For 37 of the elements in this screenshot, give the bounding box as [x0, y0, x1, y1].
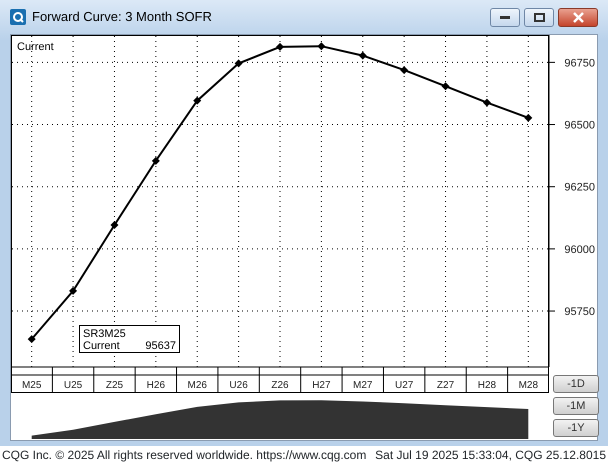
- category-label: H26: [146, 380, 166, 391]
- maximize-button[interactable]: [524, 8, 554, 26]
- category-label: M25: [22, 380, 42, 391]
- legend-label: Current: [17, 41, 54, 53]
- maximize-icon: [534, 12, 544, 22]
- copyright-text: CQG Inc. © 2025 All rights reserved worldwide. https://www.cqg.com: [2, 447, 366, 464]
- axis-label: 96000: [564, 244, 595, 256]
- category-label: H28: [478, 380, 496, 391]
- window-title: Forward Curve: 3 Month SOFR: [32, 8, 212, 26]
- data-point: [234, 59, 243, 68]
- range-button[interactable]: -1Y: [553, 419, 599, 437]
- axis-label: 96250: [564, 182, 595, 194]
- category-label: U26: [229, 380, 248, 391]
- app-icon: [10, 9, 26, 25]
- close-button[interactable]: [558, 8, 598, 26]
- minimize-button[interactable]: [490, 8, 520, 26]
- minimize-icon: [500, 15, 510, 19]
- tooltip-symbol: SR3M25: [83, 328, 126, 340]
- tooltip-value: 95637: [145, 340, 176, 352]
- category-label: H27: [312, 380, 331, 391]
- category-label: U27: [394, 380, 414, 391]
- range-button[interactable]: -1M: [553, 397, 599, 415]
- axis-label: 96500: [564, 120, 595, 132]
- category-label: Z27: [436, 380, 454, 391]
- category-label: M27: [353, 380, 372, 391]
- category-label: U25: [64, 380, 82, 391]
- data-point: [28, 335, 36, 344]
- axis-label: 96750: [564, 57, 595, 70]
- timestamp-text: Sat Jul 19 2025 15:33:04, CQG 25.12.8015: [375, 447, 606, 464]
- axis-label: 95750: [564, 306, 595, 318]
- category-label: Z25: [106, 380, 124, 391]
- tooltip-series: Current: [83, 340, 120, 352]
- category-label: M26: [188, 380, 207, 391]
- category-label: Z26: [271, 380, 289, 391]
- range-button[interactable]: -1D: [553, 375, 599, 393]
- close-icon: [572, 12, 584, 22]
- category-label: M28: [518, 380, 538, 391]
